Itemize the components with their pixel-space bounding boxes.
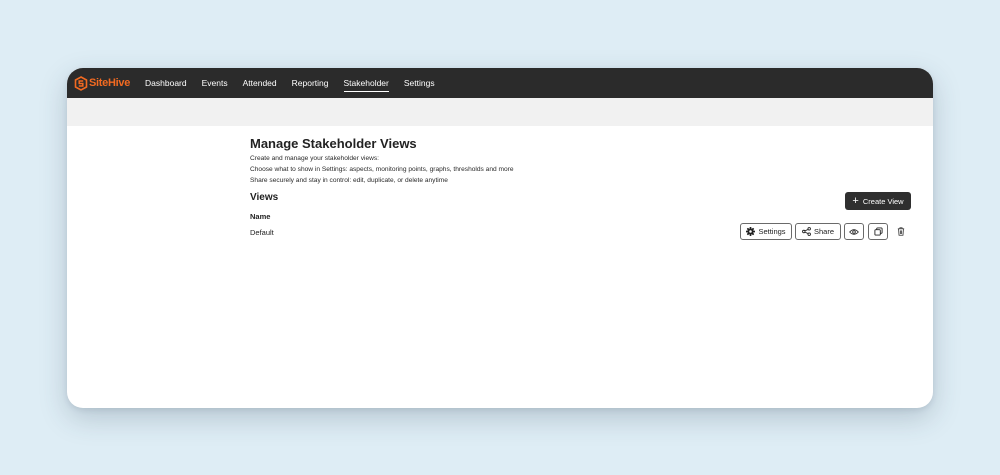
delete-button[interactable]: [894, 224, 908, 239]
plus-icon: +: [852, 195, 859, 207]
top-navbar: SiteHive Dashboard Events Attended Repor…: [67, 68, 933, 98]
page-title: Manage Stakeholder Views: [250, 136, 417, 151]
create-view-label: Create View: [862, 196, 904, 206]
settings-label: Settings: [758, 227, 786, 236]
nav-item-reporting[interactable]: Reporting: [292, 78, 329, 88]
trash-icon: [897, 227, 905, 236]
nav-item-stakeholder[interactable]: Stakeholder: [343, 78, 390, 92]
column-header-name: Name: [250, 212, 271, 221]
app-window: SiteHive Dashboard Events Attended Repor…: [67, 68, 933, 408]
views-heading: Views: [250, 192, 279, 203]
gear-icon: [746, 227, 756, 236]
eye-icon: [849, 228, 859, 236]
duplicate-icon: [873, 227, 883, 236]
hexagon-logo-icon: [74, 75, 88, 91]
create-view-button[interactable]: + Create View: [845, 192, 911, 210]
main-nav: Dashboard Events Attended Reporting Stak…: [145, 68, 450, 98]
share-icon: [802, 227, 811, 236]
nav-item-settings[interactable]: Settings: [404, 78, 435, 88]
view-settings-button[interactable]: Settings: [740, 223, 792, 240]
sitehive-logo[interactable]: SiteHive: [74, 68, 130, 98]
nav-item-attended[interactable]: Attended: [243, 78, 277, 88]
nav-item-events[interactable]: Events: [202, 78, 228, 88]
page-intro: Manage Stakeholder Views Create and mana…: [250, 136, 550, 186]
description-line: Create and manage your stakeholder views…: [250, 155, 380, 162]
brand-name: SiteHive: [89, 77, 131, 89]
share-button[interactable]: Share: [795, 223, 841, 240]
view-row-name[interactable]: Default: [250, 228, 274, 237]
share-label: Share: [813, 227, 834, 236]
description-line: Choose what to show in Settings: aspects…: [250, 166, 514, 173]
description-line: Share securely and stay in control: edit…: [250, 177, 448, 184]
view-button[interactable]: [844, 223, 864, 240]
sub-header-bar: [67, 98, 933, 126]
nav-item-dashboard[interactable]: Dashboard: [145, 78, 187, 88]
duplicate-button[interactable]: [868, 223, 888, 240]
